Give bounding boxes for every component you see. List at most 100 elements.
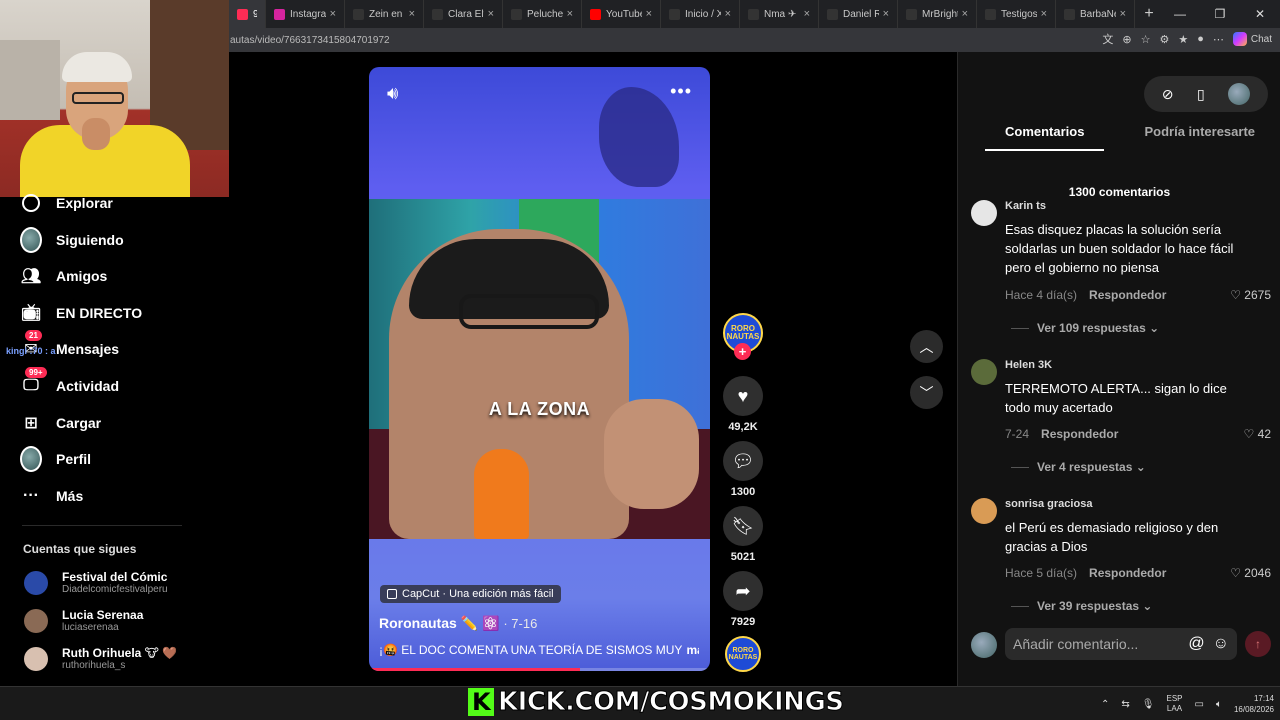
previous-video-button[interactable]: ︿ [910,330,943,363]
favorites-icon[interactable]: ★ [1178,33,1188,46]
sidebar-item-explorar[interactable]: Explorar [20,192,113,214]
view-replies-button[interactable]: Ver 109 respuestas ⌄ [1011,321,1159,335]
profile-avatar[interactable] [1228,83,1251,105]
video-date: · 7-16 [503,616,538,631]
profile-icon[interactable]: ● [1197,33,1204,45]
avatar[interactable] [971,359,997,385]
browser-tab[interactable]: BarbaNegr × [1056,0,1135,28]
browser-tab[interactable]: Nma ✈ × [740,0,819,28]
browser-tab[interactable]: Inicio / X × [661,0,740,28]
comment-button[interactable]: 💬︎ [723,441,763,481]
follow-plus-icon[interactable]: + [734,343,751,360]
chevron-up-icon[interactable]: ⌃ [1101,699,1109,710]
reply-button[interactable]: Respondedor [1089,288,1166,302]
restore-icon[interactable]: ❐ [1200,7,1240,21]
new-tab-button[interactable]: + [1135,5,1163,23]
avatar[interactable] [971,498,997,524]
network-icon[interactable]: ⇆ [1121,699,1129,710]
tab-comments[interactable]: Comentarios [985,124,1105,151]
close-tab-icon[interactable]: × [804,8,810,20]
close-tab-icon[interactable]: × [962,8,968,20]
capcut-badge[interactable]: CapCut · Una edición más fácil [380,585,561,603]
browser-tab[interactable]: MrBrightSi × [898,0,977,28]
browser-tab[interactable]: Daniel Rive × [819,0,898,28]
sidebar-item-m-s[interactable]: ··· Más [20,485,83,507]
sidebar-item-siguiendo[interactable]: Siguiendo [20,226,124,253]
display-icon[interactable]: ▭ [1195,699,1204,710]
avatar[interactable] [971,200,997,226]
close-icon[interactable]: ✕ [1240,7,1280,21]
mention-icon[interactable]: @ [1188,635,1204,652]
close-tab-icon[interactable]: × [1041,8,1047,20]
close-tab-icon[interactable]: × [488,8,494,20]
compass-icon[interactable]: ⊘ [1162,86,1174,103]
video-progress-bar[interactable] [369,668,710,671]
close-tab-icon[interactable]: × [409,8,415,20]
phone-icon[interactable]: ▯ [1197,86,1205,103]
share-button[interactable]: ➦ [723,571,763,611]
bookmark-star-icon[interactable]: ☆ [1141,33,1151,46]
url-field[interactable]: autas/video/7663173415804701972 [230,35,390,46]
browser-menu-icon[interactable]: ⋯ [1213,33,1224,46]
language-indicator[interactable]: ESP LAA [1166,694,1182,714]
view-replies-button[interactable]: Ver 39 respuestas ⌄ [1011,599,1152,613]
video-author[interactable]: Roronautas ✏️ ⚛️ · 7-16 [379,615,537,632]
view-replies-button[interactable]: Ver 4 respuestas ⌄ [1011,460,1146,474]
video-player[interactable]: A LA ZONA 🔊︎ ••• CapCut · Una edición má… [369,67,710,671]
reply-button[interactable]: Respondedor [1041,427,1118,441]
browser-tab[interactable]: Peluche Co × [503,0,582,28]
sidebar-item-cargar[interactable]: ⊞ Cargar [20,412,101,434]
description-more-link[interactable]: más [686,643,699,657]
browser-tab[interactable]: Clara Elvira × [424,0,503,28]
tab-recommended[interactable]: Podría interesarte [1124,124,1275,151]
video-more-icon[interactable]: ••• [670,81,692,102]
translate-icon[interactable]: 文 [1102,31,1113,47]
volume-icon[interactable]: 🔈︎ [1216,699,1222,710]
save-button[interactable]: 🔖︎ [723,506,763,546]
comment-like-button[interactable]: ♡ 2046 [1230,566,1271,580]
browser-tab[interactable]: 9+)Ti [229,0,266,28]
browser-tab[interactable]: Zein en X: × [345,0,424,28]
following-account[interactable]: Ruth Orihuela 🐮 🤎 ruthorihuela_s [24,646,177,671]
extensions-icon[interactable]: ⚙ [1159,33,1169,46]
comment-like-button[interactable]: ♡ 42 [1244,427,1271,441]
tab-favicon-icon [748,8,759,20]
sidebar-item-en-directo[interactable]: 📺︎ EN DIRECTO [20,302,142,324]
comment-username[interactable]: sonrisa graciosa [1005,498,1092,510]
close-tab-icon[interactable]: × [567,8,573,20]
divider [22,525,182,526]
minimize-icon[interactable]: — [1160,7,1200,21]
send-comment-button[interactable]: ↑ [1245,631,1271,657]
reply-button[interactable]: Respondedor [1089,566,1166,580]
browser-tab[interactable]: Testigosde × [977,0,1056,28]
like-button[interactable]: ♥ [723,376,763,416]
close-tab-icon[interactable]: × [330,8,336,20]
music-disc-icon[interactable]: RORO NAUTAS [725,636,761,672]
panel-tabs: Comentarios Podría interesarte [985,124,1275,151]
comment-username[interactable]: Helen 3K [1005,359,1052,371]
close-tab-icon[interactable]: × [883,8,889,20]
volume-icon[interactable]: 🔊︎ [387,83,398,104]
lang-code: ESP [1166,694,1183,703]
sidebar-item-perfil[interactable]: Perfil [20,446,91,473]
comment-input[interactable]: Añadir comentario... @ ☺ [1005,628,1237,660]
copilot-chat-button[interactable]: Chat [1232,32,1272,46]
comment-username[interactable]: Karin ts [1005,200,1046,212]
close-tab-icon[interactable]: × [646,8,652,20]
sidebar-item-actividad[interactable]: 🖵 99+ Actividad [20,367,119,397]
browser-tab[interactable]: Instagram × [266,0,345,28]
next-video-button[interactable]: ﹀ [910,376,943,409]
tab-label: Daniel Rive [843,8,879,20]
comment-like-button[interactable]: ♡ 2675 [1230,288,1271,302]
following-account[interactable]: Festival del Cómic Diadelcomicfestivalper… [24,570,168,595]
zoom-icon[interactable]: ⊕ [1122,33,1131,46]
emoji-icon[interactable]: ☺ [1213,635,1229,652]
sidebar-item-amigos[interactable]: 👥︎ Amigos [20,265,108,287]
close-tab-icon[interactable]: × [725,8,731,20]
clock[interactable]: 17:14 16/08/2026 [1234,693,1274,715]
close-tab-icon[interactable]: × [1120,8,1126,20]
microphone-icon[interactable]: 🎙︎ [1142,699,1155,710]
following-account[interactable]: Lucia Serenaa luciaserenaa [24,608,143,633]
browser-tab[interactable]: YouTube × [582,0,661,28]
comment-time: Hace 4 día(s) [1005,288,1078,302]
